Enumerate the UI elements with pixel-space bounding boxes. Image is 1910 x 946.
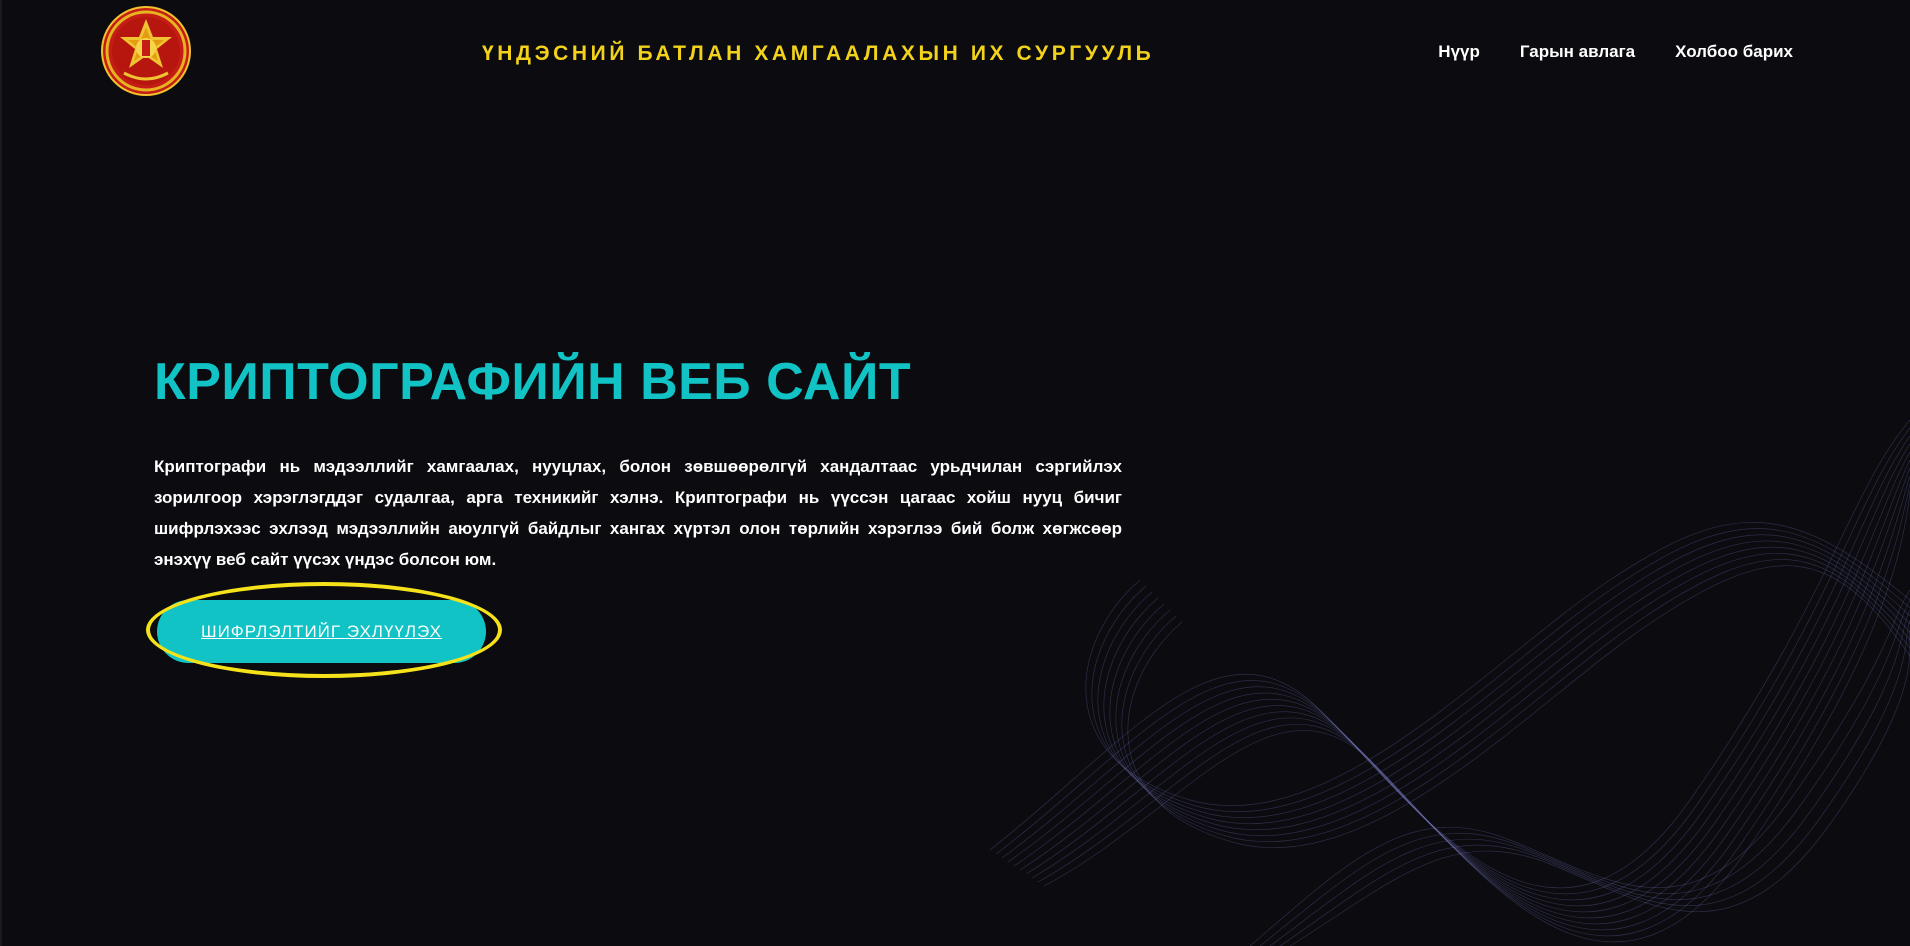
abstract-wave-lines-icon bbox=[990, 419, 1910, 946]
window-edge bbox=[0, 0, 2, 946]
main-nav: Нүүр Гарын авлага Холбоо барих bbox=[1438, 42, 1793, 62]
hero-description: Криптографи нь мэдээллийг хамгаалах, нуу… bbox=[154, 457, 1122, 569]
nav-home[interactable]: Нүүр bbox=[1438, 42, 1480, 62]
nav-guide[interactable]: Гарын авлага bbox=[1520, 42, 1635, 62]
university-emblem-icon[interactable] bbox=[100, 5, 192, 97]
hero-title: КРИПТОГРАФИЙН ВЕБ САЙТ bbox=[154, 353, 912, 411]
page: ҮНДЭСНИЙ БАТЛАН ХАМГААЛАХЫН ИХ СУРГУУЛЬ … bbox=[0, 0, 1910, 946]
nav-contact[interactable]: Холбоо барих bbox=[1675, 42, 1793, 62]
site-title: ҮНДЭСНИЙ БАТЛАН ХАМГААЛАХЫН ИХ СУРГУУЛЬ bbox=[482, 42, 1155, 65]
site-header: ҮНДЭСНИЙ БАТЛАН ХАМГААЛАХЫН ИХ СУРГУУЛЬ … bbox=[0, 0, 1910, 110]
start-encryption-button[interactable]: ШИФРЛЭЛТИЙГ ЭХЛҮҮЛЭХ bbox=[157, 600, 486, 663]
